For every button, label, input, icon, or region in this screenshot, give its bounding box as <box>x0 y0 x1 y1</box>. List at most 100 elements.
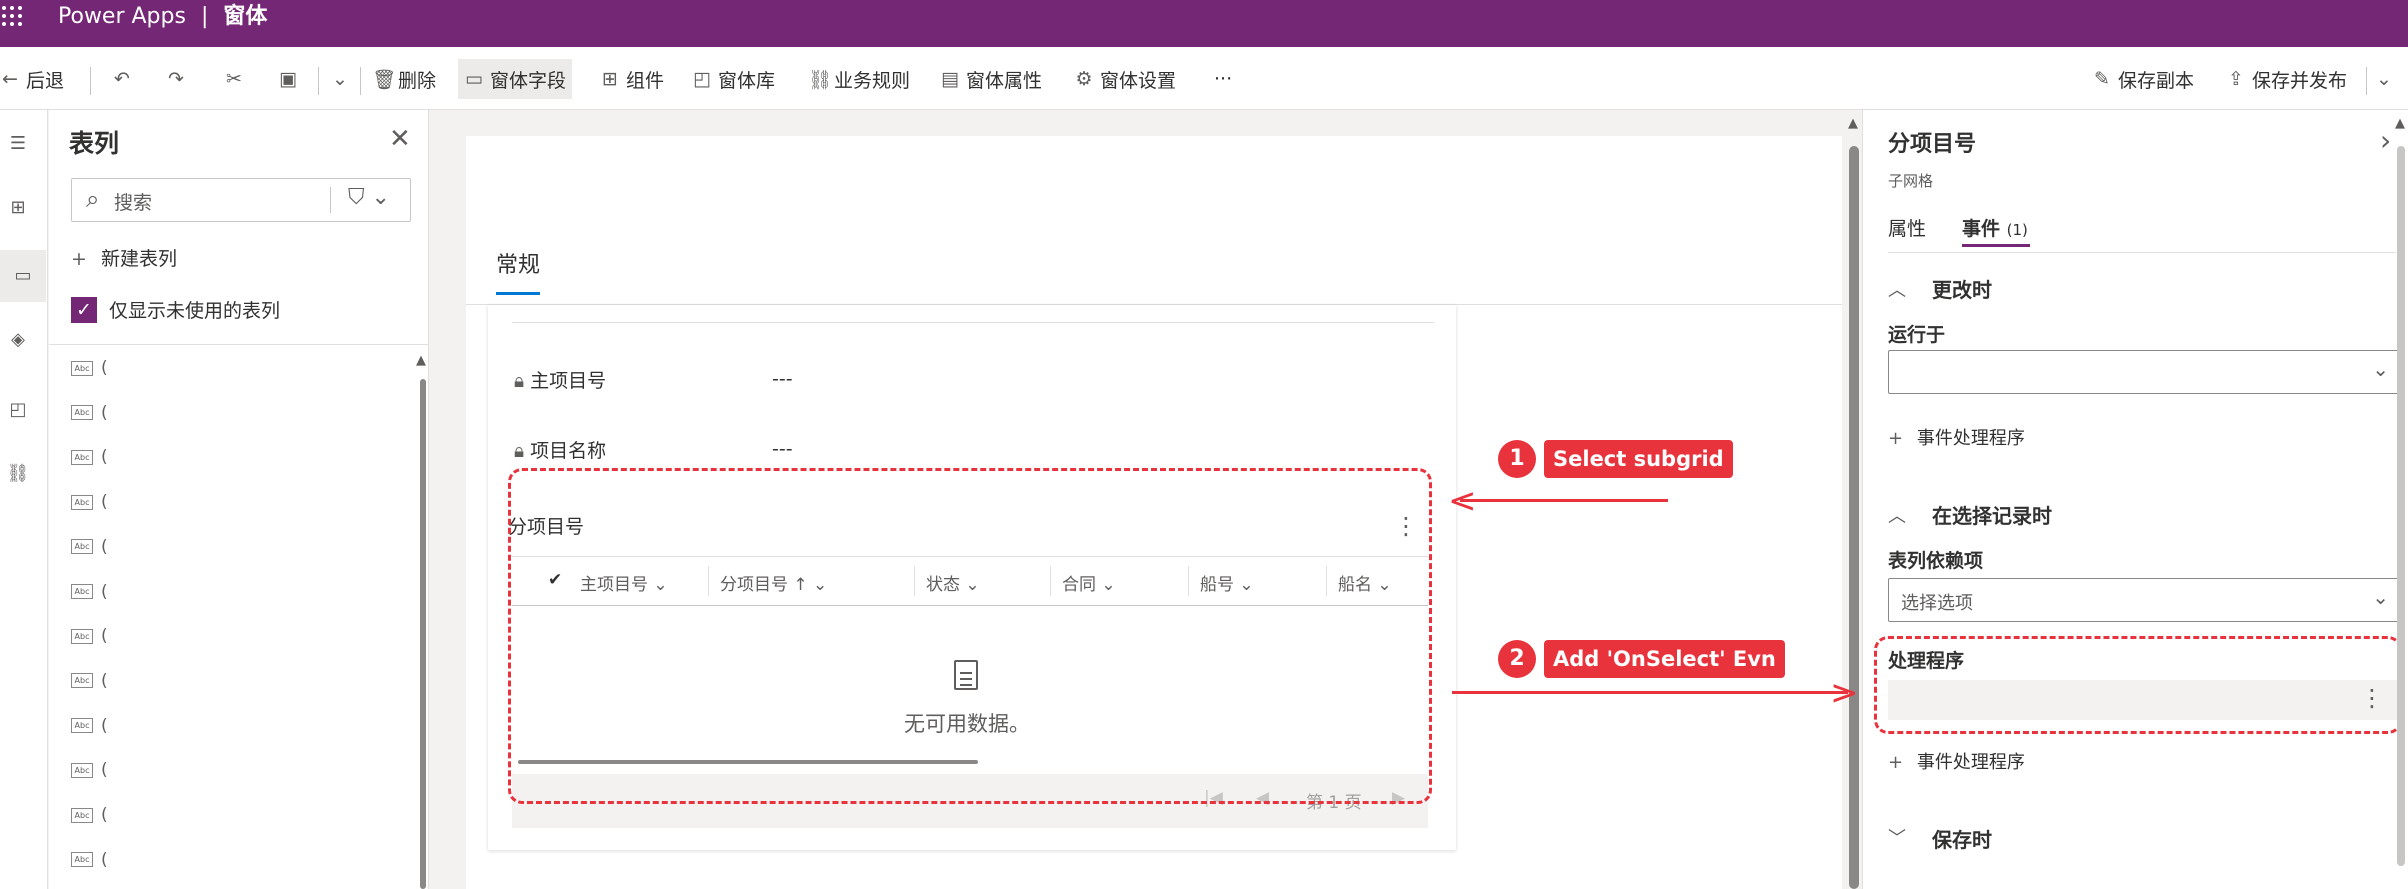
step-badge-1: 1 <box>1498 440 1536 478</box>
properties-scrollbar[interactable]: ▲ <box>2394 110 2408 889</box>
flow-icon: ⛓ <box>808 68 833 91</box>
chevron-down-icon: ⌄ <box>2372 585 2389 609</box>
form-library-icon[interactable]: ◰ <box>4 396 32 424</box>
text-field-icon: Abc <box>71 628 93 644</box>
column-item-label: ( <box>101 805 108 825</box>
plus-icon: + <box>1888 752 1904 773</box>
section-on-change[interactable]: 更改时 <box>1932 274 1992 303</box>
column-list-item[interactable]: Abc ( <box>71 582 108 602</box>
scrollbar-thumb[interactable] <box>420 379 426 889</box>
filter-icon[interactable]: ⛉ ⌄ <box>348 185 390 210</box>
callout-select-subgrid: Select subgrid <box>1544 440 1733 478</box>
cut-icon: ✂ <box>226 68 242 90</box>
tab-selected-indicator <box>496 292 540 295</box>
search-input[interactable]: ⌕ 搜索 ⛉ ⌄ <box>71 178 411 222</box>
form-properties-button[interactable]: ▤ 窗体属性 <box>940 59 1042 99</box>
business-rules-button[interactable]: ⛓ 业务规则 <box>808 59 910 99</box>
trash-icon: 🗑 <box>372 68 397 91</box>
scrollbar-thumb[interactable] <box>1849 146 1859 889</box>
only-unused-checkbox[interactable]: ✓ 仅显示未使用的表列 <box>71 296 280 323</box>
field-label: 主项目号 <box>530 370 607 392</box>
components-icon[interactable]: ⊞ <box>4 194 32 222</box>
tab-events-label: 事件 <box>1962 218 2001 240</box>
column-list-scrollbar[interactable]: ▲ <box>415 353 429 889</box>
form-fields-button[interactable]: ▭ 窗体字段 <box>458 59 573 99</box>
expand-icon[interactable]: ﹀ <box>1888 824 1906 850</box>
lock-icon: 🔒︎ <box>514 440 525 462</box>
search-icon: ⌕ <box>86 185 100 213</box>
dependency-dropdown[interactable]: 选择选项 ⌄ <box>1888 578 2400 622</box>
column-list-item[interactable]: Abc ( <box>71 537 108 557</box>
column-item-label: ( <box>101 670 108 691</box>
form-fields-label: 窗体字段 <box>490 69 567 92</box>
close-icon[interactable]: ✕ <box>389 124 411 154</box>
back-button[interactable]: ← 后退 <box>0 59 64 99</box>
add-event-handler-button[interactable]: + 事件处理程序 <box>1888 424 2025 450</box>
chevron-right-icon[interactable]: › <box>2380 124 2391 157</box>
tab-general[interactable]: 常规 <box>496 247 540 279</box>
title-separator: | <box>200 4 209 29</box>
publish-icon: ⇪ <box>2228 68 2244 90</box>
form-settings-button[interactable]: ⚙ 窗体设置 <box>1074 59 1176 99</box>
new-column-button[interactable]: + 新建表列 <box>71 244 177 271</box>
column-list-item[interactable]: Abc ( <box>71 626 108 646</box>
callout-add-onselect: Add 'OnSelect' Evn <box>1544 640 1785 678</box>
run-on-dropdown[interactable]: ⌄ <box>1888 350 2400 394</box>
hamburger-icon[interactable]: ☰ <box>4 130 32 158</box>
canvas-scrollbar[interactable]: ▲ <box>1846 110 1862 889</box>
tree-view-icon[interactable]: ⛓ <box>4 460 32 488</box>
column-list-item[interactable]: Abc ( <box>71 492 108 512</box>
column-list-item[interactable]: Abc ( <box>71 671 108 691</box>
scroll-up-icon[interactable]: ▲ <box>1848 116 1858 131</box>
column-list-item[interactable]: Abc ( <box>71 805 108 825</box>
scroll-up-icon[interactable]: ▲ <box>416 353 426 368</box>
only-unused-label: 仅显示未使用的表列 <box>109 300 281 322</box>
column-list-item[interactable]: Abc ( <box>71 403 108 423</box>
field-main-project-no[interactable]: 🔒︎ 主项目号 <box>514 366 606 393</box>
save-publish-button[interactable]: ⇪ 保存并发布 <box>2226 59 2347 99</box>
more-commands-button[interactable]: ··· <box>1214 59 1232 99</box>
redo-button[interactable]: ↷ <box>166 59 192 99</box>
save-copy-button[interactable]: ✎ 保存副本 <box>2092 59 2194 99</box>
table-columns-icon[interactable]: ▭ <box>0 250 46 302</box>
column-list-item[interactable]: Abc ( <box>71 716 108 736</box>
form-library-button[interactable]: ◰ 窗体库 <box>692 59 775 99</box>
app-launcher-icon[interactable] <box>0 2 30 32</box>
paste-button[interactable]: ▣ <box>278 59 304 99</box>
back-label: 后退 <box>26 69 65 92</box>
command-bar: ← 后退 ↶ ↷ ✂ ▣ ⌄ 🗑 删除 ▭ 窗体字段 ⊞ 组件 ◰ 窗体库 ⛓ … <box>0 47 2408 110</box>
delete-button[interactable]: 🗑 删除 <box>372 59 436 99</box>
collapse-icon[interactable]: ︿ <box>1888 276 1906 302</box>
field-value: --- <box>772 438 793 460</box>
save-dropdown[interactable]: ⌄ <box>2374 59 2400 99</box>
column-list-item[interactable]: Abc ( <box>71 358 108 378</box>
column-list-item[interactable]: Abc ( <box>71 447 108 467</box>
subgrid-highlight[interactable] <box>508 468 1432 804</box>
column-list-item[interactable]: Abc ( <box>71 850 108 870</box>
product-name: Power Apps <box>58 4 186 29</box>
collapse-icon[interactable]: ︿ <box>1888 502 1906 528</box>
arrow-left-icon: < <box>1448 481 1477 521</box>
step-badge-2: 2 <box>1498 640 1536 678</box>
checkmark-icon: ✓ <box>71 296 97 323</box>
section-on-record-select[interactable]: 在选择记录时 <box>1932 500 2052 529</box>
properties-icon: ▤ <box>941 68 959 90</box>
text-field-icon: Abc <box>71 539 93 555</box>
field-project-name[interactable]: 🔒︎ 项目名称 <box>514 436 606 463</box>
layers-icon[interactable]: ◈ <box>4 326 32 354</box>
business-rules-label: 业务规则 <box>834 69 911 92</box>
undo-button[interactable]: ↶ <box>112 59 138 99</box>
form-library-label: 窗体库 <box>718 69 776 92</box>
dependency-label: 表列依赖项 <box>1888 550 1984 572</box>
tab-properties[interactable]: 属性 <box>1888 214 1926 241</box>
scrollbar-thumb[interactable] <box>2397 146 2405 866</box>
scroll-up-icon[interactable]: ▲ <box>2395 116 2405 131</box>
cut-button[interactable]: ✂ <box>224 59 250 99</box>
tab-events[interactable]: 事件 (1) <box>1962 214 2028 241</box>
paste-dropdown[interactable]: ⌄ <box>330 59 356 99</box>
section-on-save[interactable]: 保存时 <box>1932 824 1992 853</box>
components-button[interactable]: ⊞ 组件 <box>600 59 664 99</box>
add-handler-label: 事件处理程序 <box>1916 752 2025 773</box>
add-event-handler-button[interactable]: + 事件处理程序 <box>1888 748 2025 774</box>
column-list-item[interactable]: Abc ( <box>71 760 108 780</box>
